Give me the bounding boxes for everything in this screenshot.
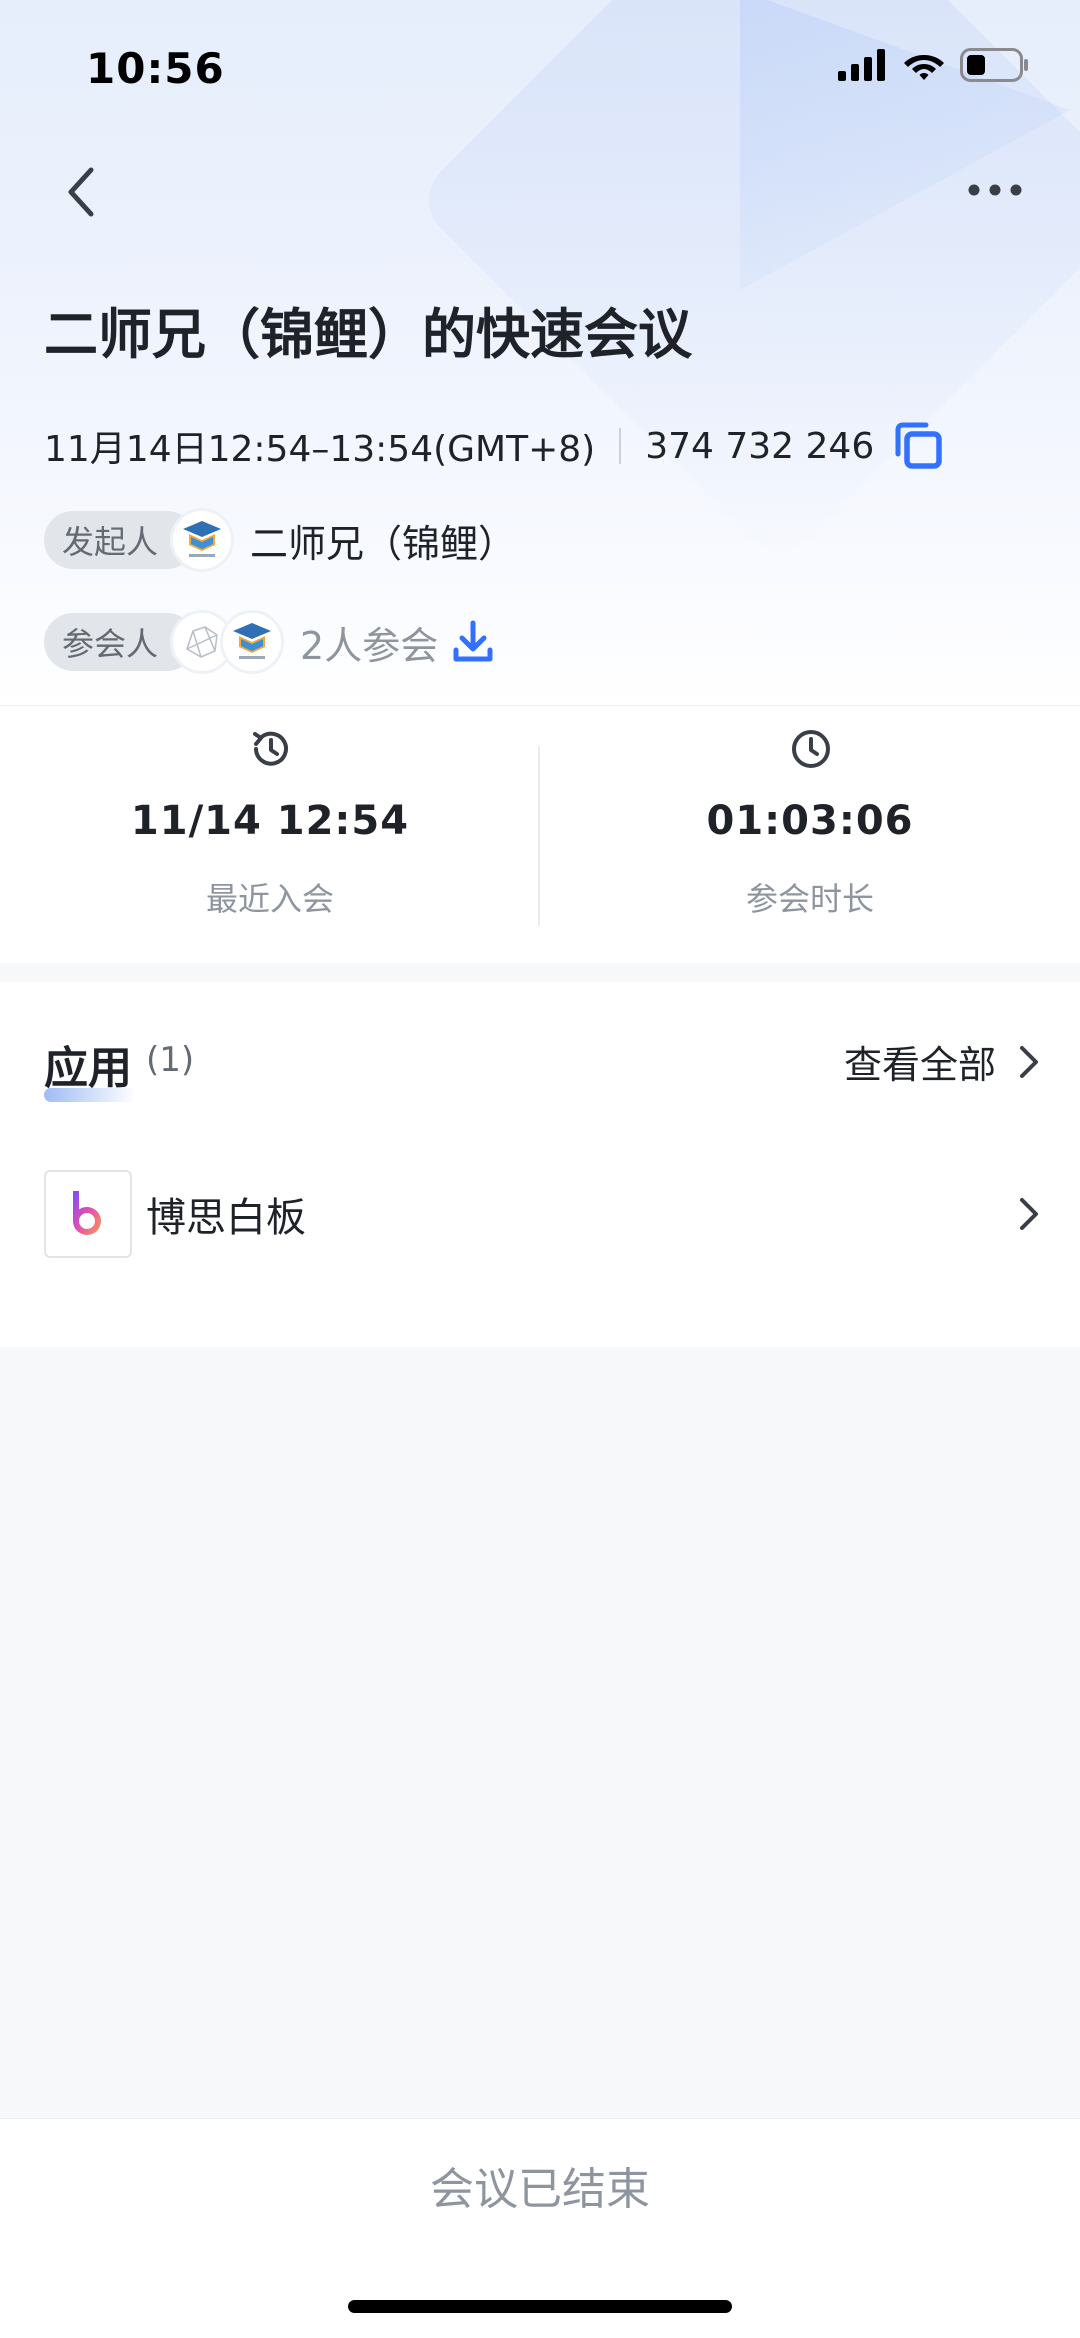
status-time: 10:56 xyxy=(86,44,225,93)
duration-label: 参会时长 xyxy=(745,880,874,918)
chevron-right-icon xyxy=(1018,1196,1040,1232)
host-row: 发起人 二师兄（锦鲤） xyxy=(44,508,516,572)
status-icons xyxy=(838,48,1030,82)
clock-icon xyxy=(788,726,834,776)
apps-count: (1) xyxy=(146,1040,195,1080)
home-indicator[interactable] xyxy=(348,2300,732,2313)
meeting-time-range: 11月14日12:54–13:54(GMT+8) xyxy=(44,429,596,470)
boardmix-logo-icon xyxy=(44,1170,132,1258)
chevron-left-icon xyxy=(68,167,94,217)
duration-stat: 01:03:06 参会时长 xyxy=(540,706,1080,963)
last-join-label: 最近入会 xyxy=(205,880,334,918)
back-button[interactable] xyxy=(52,160,108,224)
participant-count[interactable]: 2人参会 xyxy=(300,615,438,670)
graduation-cap-avatar-icon xyxy=(233,623,272,659)
cellular-signal-icon xyxy=(838,49,885,81)
download-icon xyxy=(453,620,493,662)
view-all-label: 查看全部 xyxy=(843,1043,996,1087)
host-name: 二师兄（锦鲤） xyxy=(250,521,517,566)
last-join-stat: 11/14 12:54 最近入会 xyxy=(0,706,540,963)
avatar[interactable] xyxy=(220,610,285,674)
copy-id-button[interactable] xyxy=(892,422,944,470)
avatar[interactable] xyxy=(170,508,235,572)
chevron-right-icon xyxy=(1018,1044,1040,1080)
duration-value: 01:03:06 xyxy=(706,798,914,844)
app-item-boardmix[interactable]: 博思白板 xyxy=(44,1170,1040,1258)
more-options-button[interactable] xyxy=(960,170,1030,210)
last-join-value: 11/14 12:54 xyxy=(130,798,410,844)
app-name: 博思白板 xyxy=(146,1195,306,1241)
meeting-time-row: 11月14日12:54–13:54(GMT+8) 374 732 246 xyxy=(44,420,944,472)
meeting-stats: 11/14 12:54 最近入会 01:03:06 参会时长 xyxy=(0,705,1080,963)
export-participants-button[interactable] xyxy=(452,620,494,664)
meeting-id: 374 732 246 xyxy=(645,425,875,467)
meeting-title: 二师兄（锦鲤）的快速会议 xyxy=(44,303,692,366)
history-clock-icon xyxy=(248,726,294,776)
participants-row: 参会人 2人参会 xyxy=(44,610,494,674)
battery-icon xyxy=(960,48,1028,82)
divider xyxy=(619,428,622,464)
meeting-ended-status: 会议已结束 xyxy=(430,2164,650,2215)
sketch-avatar-icon xyxy=(186,626,218,658)
apps-title: 应用 xyxy=(44,1032,136,1102)
graduation-cap-avatar-icon xyxy=(183,521,222,557)
apps-section: 应用 (1) 查看全部 博思白板 xyxy=(0,982,1080,1347)
view-all-apps-button[interactable]: 查看全部 xyxy=(844,1034,1040,1089)
copy-icon xyxy=(895,422,942,469)
wifi-icon xyxy=(904,55,944,80)
more-horizontal-icon xyxy=(968,184,1022,196)
